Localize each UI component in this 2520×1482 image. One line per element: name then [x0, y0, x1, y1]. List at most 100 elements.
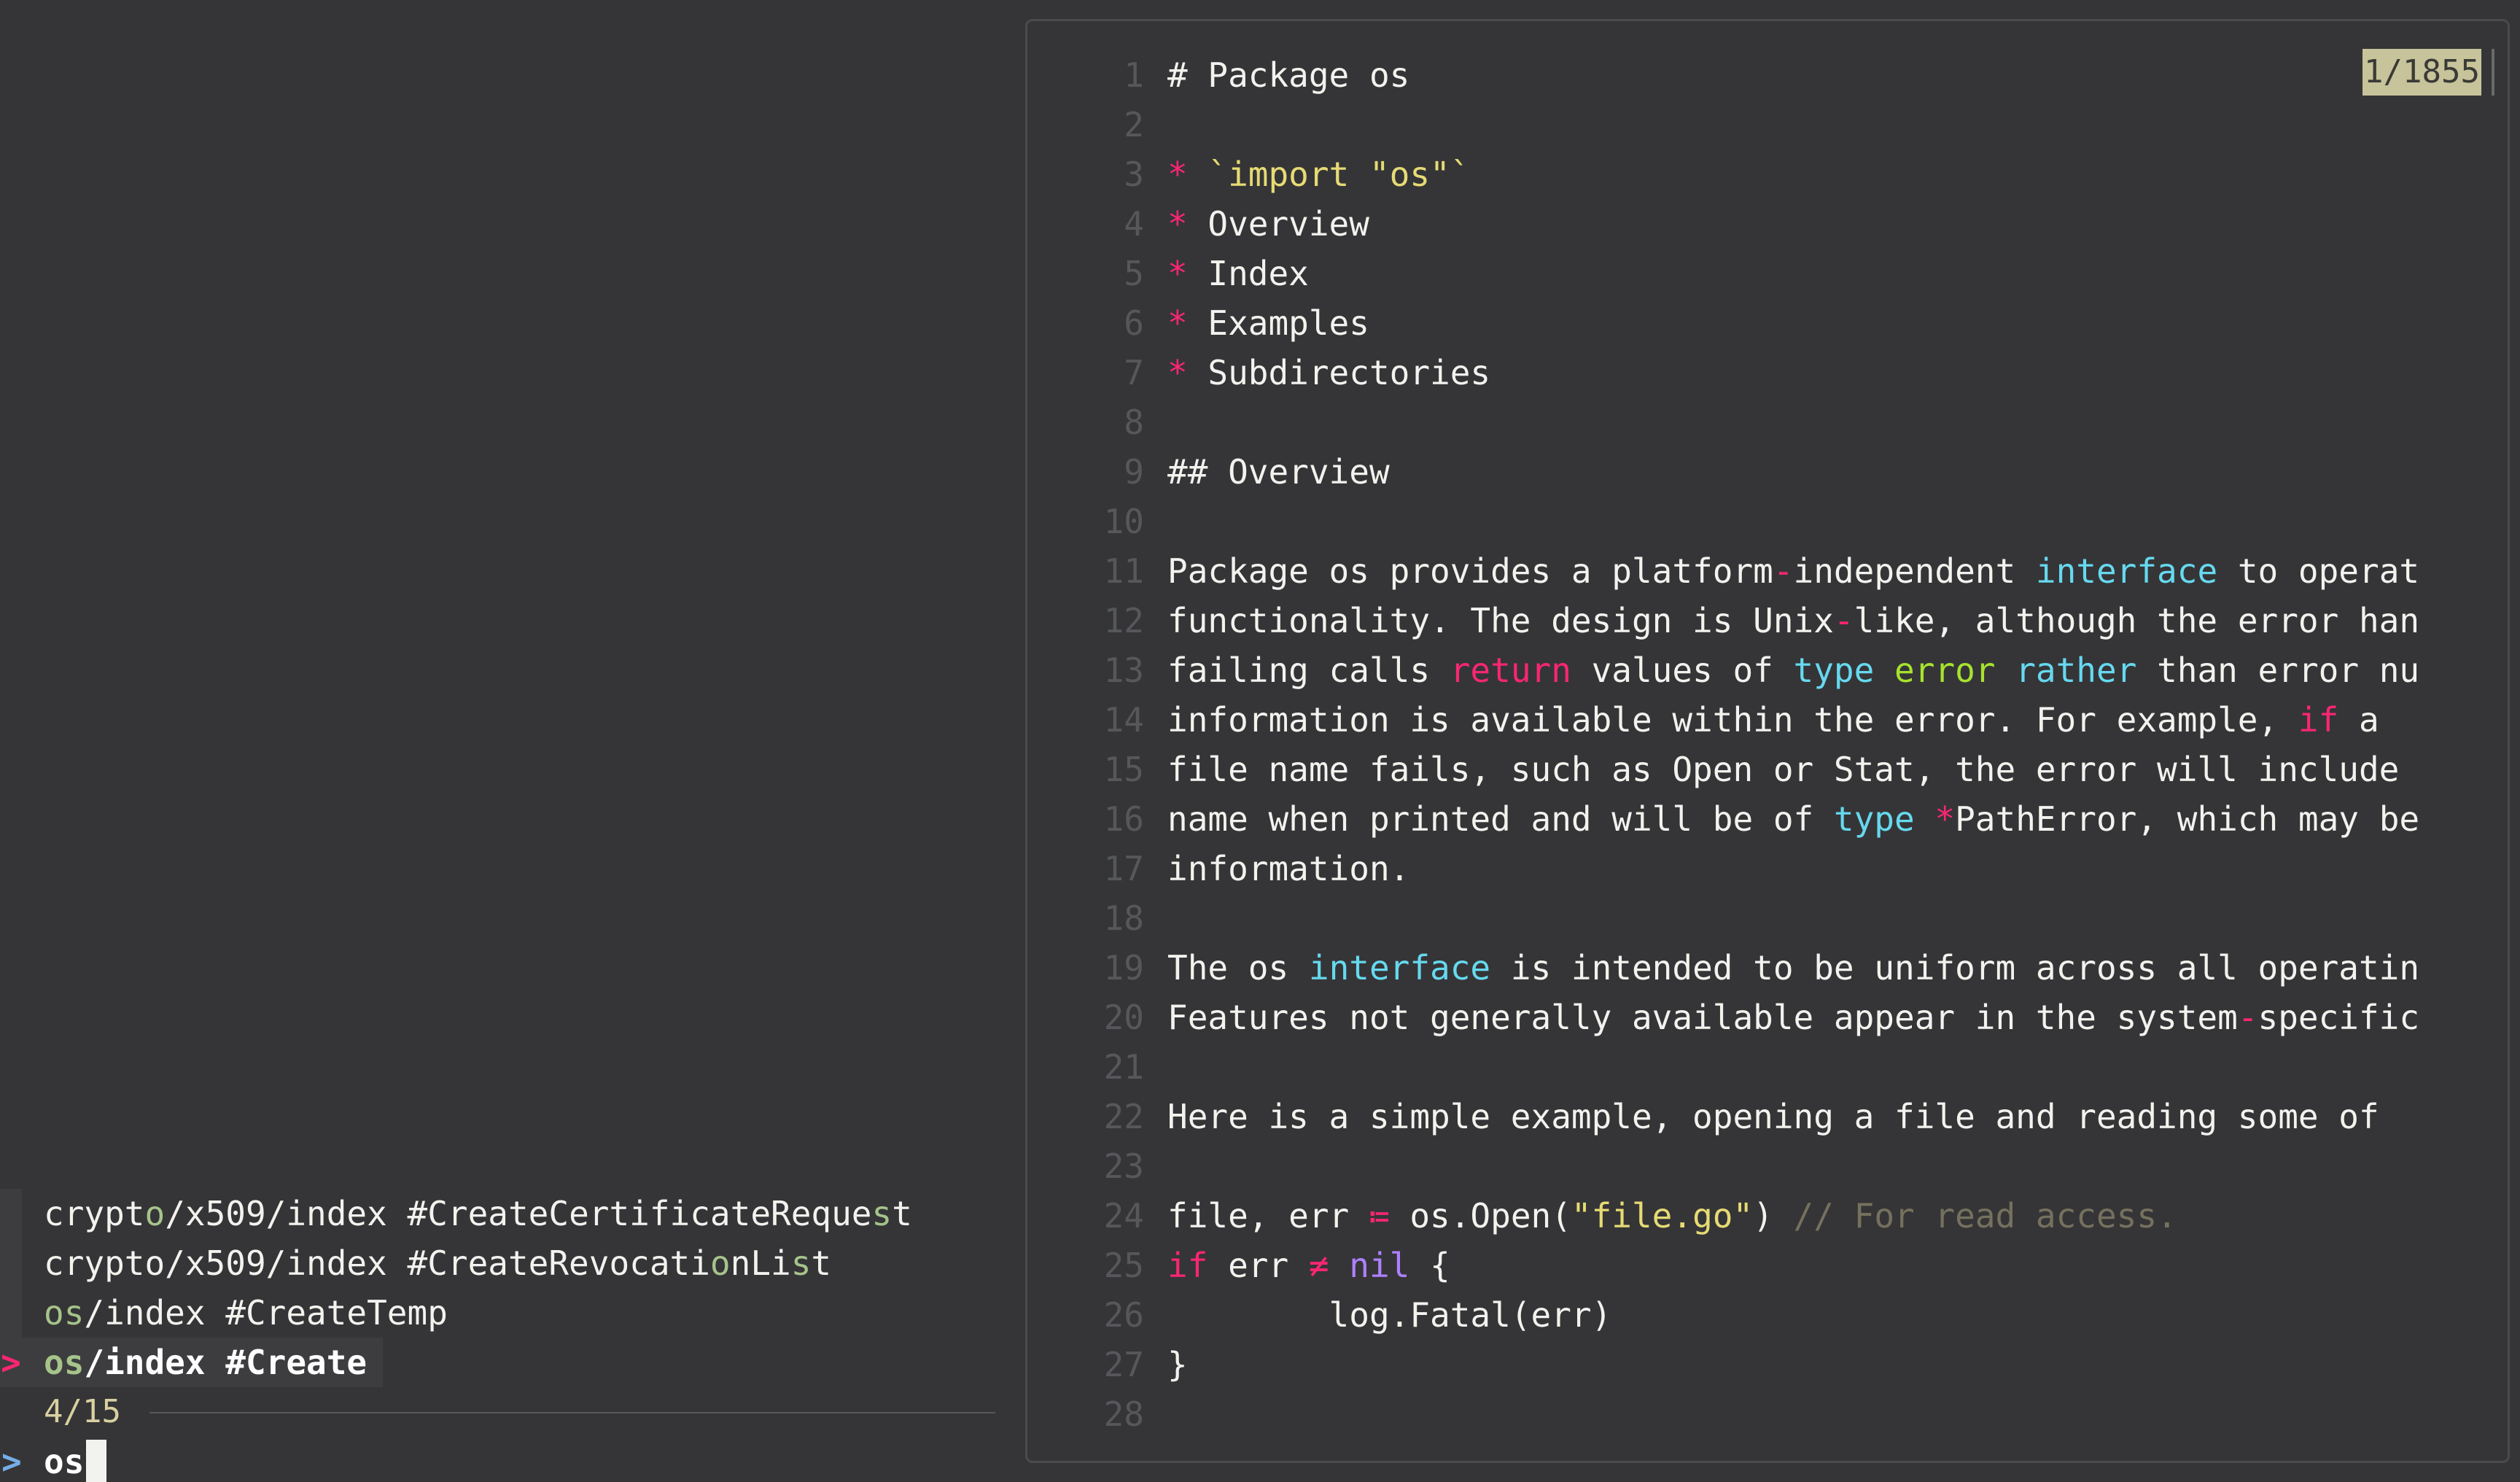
preview-line: 11 Package os provides a platform-indepen… — [1027, 546, 2508, 596]
line-number: 4 — [1124, 204, 1144, 244]
result-gutter — [0, 1288, 22, 1338]
preview-scrollbar[interactable] — [2492, 49, 2494, 96]
code-token: nil — [1349, 1246, 1410, 1285]
line-number: 3 — [1124, 155, 1144, 194]
code-token: if — [1167, 1246, 1208, 1285]
line-text: information. — [1167, 844, 1409, 893]
preview-line: 3 * `import "os"` — [1027, 150, 2508, 199]
result-text-segment: /index #Create — [84, 1343, 368, 1382]
code-token: failing calls — [1167, 651, 1450, 690]
code-token: like, although the error han — [1854, 601, 2420, 640]
line-number: 10 — [1103, 502, 1144, 541]
result-item[interactable]: os/index #CreateTemp — [0, 1288, 1006, 1338]
line-number: 24 — [1103, 1196, 1144, 1235]
line-text: functionality. The design is Unix-like, … — [1167, 596, 2419, 645]
preview-line: 10 — [1027, 497, 2508, 546]
line-text: name when printed and will be of type *P… — [1167, 794, 2419, 844]
code-token: } — [1167, 1345, 1188, 1384]
selection-pointer-icon: > — [1, 1343, 21, 1382]
line-number: 11 — [1103, 551, 1144, 591]
line-number: 19 — [1103, 948, 1144, 988]
result-item[interactable]: crypto/x509/index #CreateRevocationList — [0, 1238, 1006, 1288]
preview-line: 9 ## Overview — [1027, 447, 2508, 497]
line-number: 12 — [1103, 601, 1144, 640]
preview-line: 26 log.Fatal(err) — [1027, 1290, 2508, 1340]
line-number: 25 — [1103, 1246, 1144, 1285]
result-label: crypto/x509/index #CreateCertificateRequ… — [44, 1189, 912, 1238]
preview-line: 6 * Examples — [1027, 298, 2508, 348]
results-list: crypto/x509/index #CreateCertificateRequ… — [0, 1189, 1006, 1387]
code-token: # Package os — [1167, 55, 1410, 95]
preview-line: 21 — [1027, 1042, 2508, 1092]
result-text-segment: t — [892, 1194, 912, 1233]
preview-line: 13 failing calls return values of type er… — [1027, 645, 2508, 695]
code-token: return — [1450, 651, 1571, 690]
preview-line: 25 if err ≠ nil { — [1027, 1241, 2508, 1290]
line-text: if err ≠ nil { — [1167, 1241, 1450, 1290]
code-token: err — [1208, 1246, 1309, 1285]
line-text: } — [1167, 1340, 1188, 1389]
match-highlight: os — [44, 1343, 85, 1382]
code-token: "file.go" — [1571, 1196, 1754, 1235]
code-token: to operat — [2217, 551, 2420, 591]
code-token: interface — [1308, 948, 1491, 988]
code-token: Features not generally available appear … — [1167, 998, 2238, 1037]
preview-pane[interactable]: 1 # Package os 2 3 * `import "os"` 4 * Overvie… — [1025, 19, 2510, 1463]
line-text: * Examples — [1167, 298, 1369, 348]
line-number: 7 — [1124, 353, 1144, 392]
code-token: os.Open( — [1389, 1196, 1571, 1235]
result-gutter — [0, 1189, 22, 1238]
result-text-segment: nLi — [730, 1244, 791, 1283]
line-number: 13 — [1103, 651, 1144, 690]
preview-line: 12 functionality. The design is Unix-like… — [1027, 596, 2508, 645]
code-token: * — [1167, 353, 1208, 392]
preview-line: 27} — [1027, 1340, 2508, 1389]
result-item[interactable]: crypto/x509/index #CreateCertificateRequ… — [0, 1189, 1006, 1238]
line-text: Features not generally available appear … — [1167, 993, 2419, 1042]
code-token: functionality. The design is Unix — [1167, 601, 1834, 640]
preview-line: 22 Here is a simple example, opening a fi… — [1027, 1092, 2508, 1141]
search-input[interactable]: os — [44, 1437, 84, 1482]
line-text: * `import "os"` — [1167, 150, 1470, 199]
code-token: file, err — [1167, 1196, 1369, 1235]
terminal-window: crypto/x509/index #CreateCertificateRequ… — [0, 0, 2520, 1482]
preview-line: 14 information is available within the er… — [1027, 695, 2508, 745]
preview-line: 2 — [1027, 100, 2508, 150]
line-number: 26 — [1103, 1295, 1144, 1335]
code-token: - — [1773, 551, 1794, 591]
code-token: Examples — [1208, 303, 1369, 343]
preview-line: 4 * Overview — [1027, 199, 2508, 249]
code-token: if — [2298, 700, 2339, 740]
match-highlight: os — [44, 1293, 85, 1332]
code-token: than error nu — [2136, 651, 2420, 690]
preview-line: 16 name when printed and will be of type … — [1027, 794, 2508, 844]
line-text: file name fails, such as Open or Stat, t… — [1167, 745, 2399, 794]
result-text-segment: crypto/x509/index #CreateRevocati — [44, 1244, 710, 1283]
code-token: Overview — [1208, 204, 1369, 244]
code-token: independent — [1793, 551, 2036, 591]
code-token: * — [1167, 254, 1208, 293]
line-text: * Index — [1167, 249, 1309, 298]
line-text: ## Overview — [1167, 447, 1390, 497]
result-label: os/index #Create — [44, 1338, 367, 1387]
result-text-segment: crypt — [44, 1194, 145, 1233]
query-prompt[interactable]: > os — [0, 1437, 1006, 1482]
line-number: 2 — [1124, 105, 1144, 144]
result-item-selected[interactable]: > os/index #Create — [0, 1338, 1006, 1387]
code-token: is intended to be uniform across all ope… — [1490, 948, 2420, 988]
code-token: error — [1894, 651, 1996, 690]
code-token: * — [1167, 155, 1208, 194]
result-text-segment: /index #CreateTemp — [84, 1293, 448, 1332]
code-token: // For read access. — [1793, 1196, 2177, 1235]
code-token: ## Overview — [1167, 452, 1390, 492]
preview-line: 20 Features not generally available appea… — [1027, 993, 2508, 1042]
preview-line: 7 * Subdirectories — [1027, 348, 2508, 397]
preview-line: 8 — [1027, 397, 2508, 447]
line-text: information is available within the erro… — [1167, 695, 2379, 745]
line-number: 6 — [1124, 303, 1144, 343]
line-number: 20 — [1103, 998, 1144, 1037]
preview-line: 24 file, err ≔ os.Open("file.go") // For … — [1027, 1191, 2508, 1241]
line-text: file, err ≔ os.Open("file.go") // For re… — [1167, 1191, 2177, 1241]
line-number: 22 — [1103, 1097, 1144, 1136]
